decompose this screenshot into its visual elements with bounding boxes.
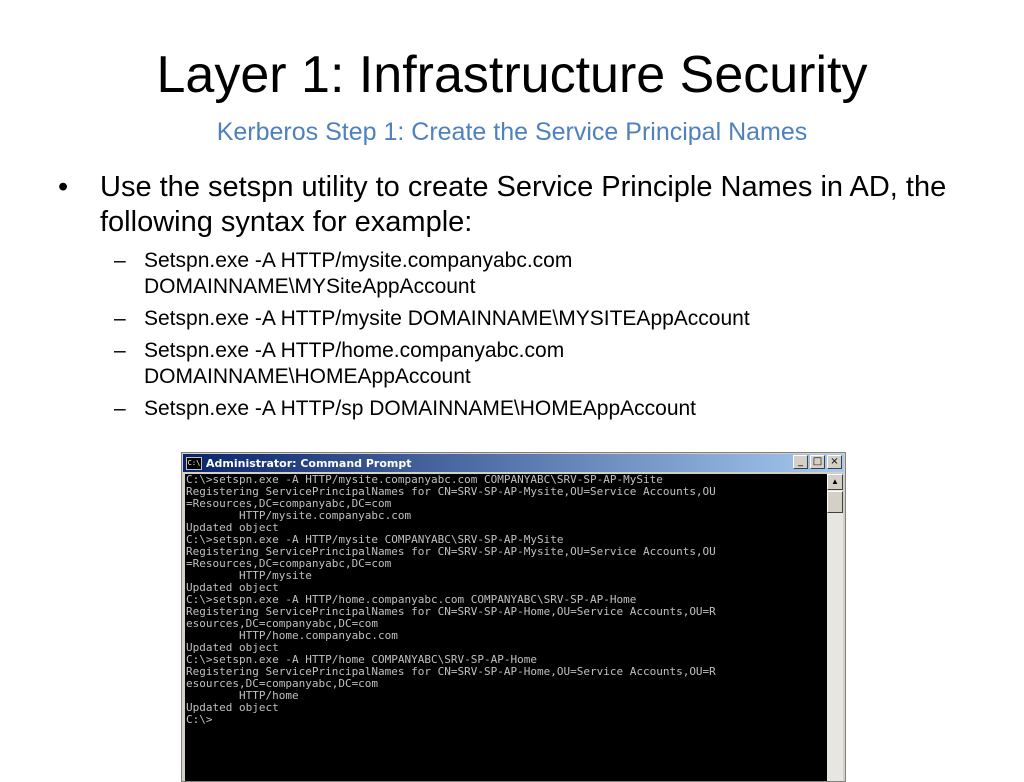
bullet-list: • Use the setspn utility to create Servi…: [58, 170, 988, 428]
sub-bullet-text: Setspn.exe -A HTTP/sp DOMAINNAME\HOMEApp…: [144, 397, 697, 420]
console-output[interactable]: C:\>setspn.exe -A HTTP/mysite.companyabc…: [185, 474, 827, 781]
console-line: HTTP/home.companyabc.com: [186, 629, 398, 642]
bullet-text: Use the setspn utility to create Service…: [100, 171, 947, 238]
scroll-thumb[interactable]: [827, 491, 843, 513]
scroll-up-icon[interactable]: ▲: [827, 474, 843, 490]
window-titlebar[interactable]: C:\ Administrator: Command Prompt _ □ ×: [183, 454, 844, 472]
sub-bullet-item: – Setspn.exe -A HTTP/home.companyabc.com…: [114, 338, 988, 390]
vertical-scrollbar[interactable]: ▲: [827, 474, 843, 781]
window-controls: _ □ ×: [791, 455, 842, 469]
console-line: C:\>: [186, 713, 213, 726]
sub-bullet-marker: –: [114, 307, 126, 330]
minimize-button[interactable]: _: [793, 455, 808, 469]
cmd-icon: C:\: [186, 456, 202, 470]
maximize-button[interactable]: □: [810, 455, 825, 469]
window-title: Administrator: Command Prompt: [206, 456, 412, 470]
sub-bullet-text: Setspn.exe -A HTTP/mysite DOMAINNAME\MYS…: [144, 307, 750, 330]
sub-bullet-item: – Setspn.exe -A HTTP/mysite.companyabc.c…: [114, 248, 988, 300]
slide-title: Layer 1: Infrastructure Security: [156, 46, 868, 104]
sub-bullet-text: Setspn.exe -A HTTP/mysite.companyabc.com…: [144, 249, 573, 298]
bullet-marker: •: [58, 171, 69, 203]
console-line: HTTP/mysite.companyabc.com: [186, 509, 412, 522]
sub-bullet-item: – Setspn.exe -A HTTP/mysite DOMAINNAME\M…: [114, 306, 988, 332]
command-prompt-window: C:\ Administrator: Command Prompt _ □ × …: [181, 452, 846, 782]
sub-bullet-list: – Setspn.exe -A HTTP/mysite.companyabc.c…: [114, 248, 988, 422]
sub-bullet-text: Setspn.exe -A HTTP/home.companyabc.com D…: [144, 339, 565, 388]
sub-bullet-item: – Setspn.exe -A HTTP/sp DOMAINNAME\HOMEA…: [114, 396, 988, 422]
console-line: HTTP/home: [186, 689, 299, 702]
slide-subtitle: Kerberos Step 1: Create the Service Prin…: [216, 118, 808, 146]
console-line: HTTP/mysite: [186, 569, 312, 582]
sub-bullet-marker: –: [114, 339, 126, 362]
close-button[interactable]: ×: [827, 455, 842, 469]
bullet-item: • Use the setspn utility to create Servi…: [58, 170, 988, 240]
sub-bullet-marker: –: [114, 249, 126, 272]
console-line: Updated object: [186, 701, 279, 714]
sub-bullet-marker: –: [114, 397, 126, 420]
